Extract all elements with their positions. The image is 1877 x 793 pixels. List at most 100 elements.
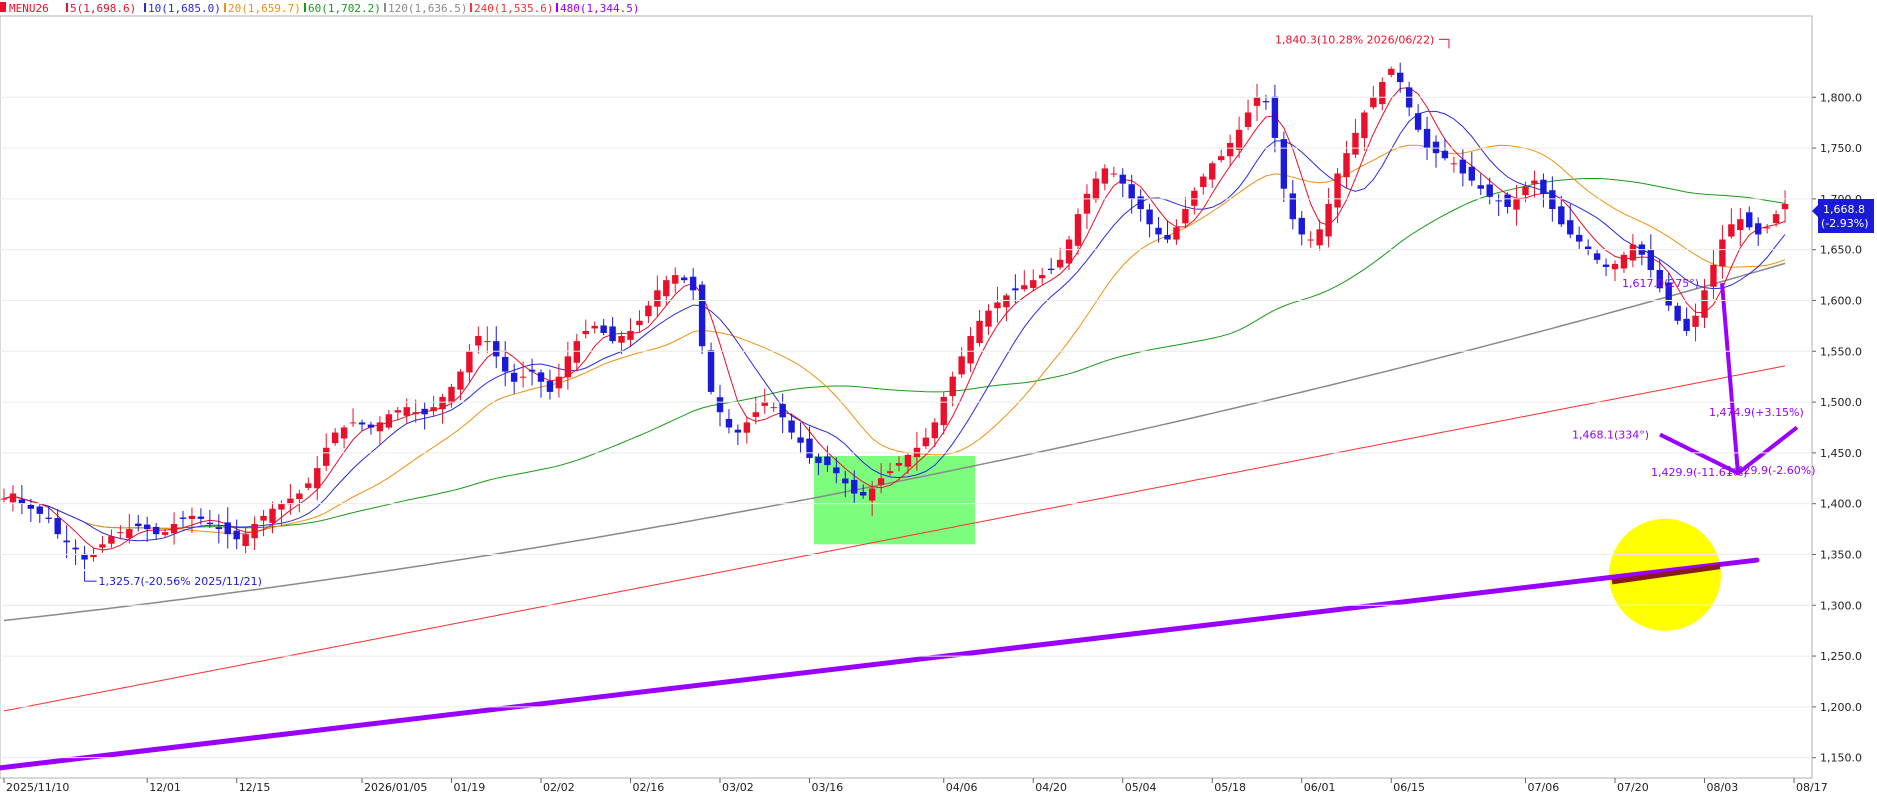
- candle-body: [1379, 82, 1386, 105]
- candle-body: [215, 527, 222, 530]
- candle-body: [555, 376, 563, 389]
- candle-body: [707, 350, 715, 392]
- candle-body: [752, 412, 759, 417]
- candle-body: [1074, 214, 1082, 246]
- x-tick-label: 12/01: [149, 781, 181, 793]
- candle-body: [1737, 219, 1744, 231]
- candle-body: [197, 516, 205, 519]
- x-tick-label: 02/16: [633, 781, 665, 793]
- y-tick-label: 1,400.0: [1820, 498, 1862, 511]
- legend-marker: [224, 3, 226, 12]
- candle-body: [672, 275, 679, 284]
- candle-body: [833, 467, 840, 474]
- candle-body: [1567, 220, 1574, 235]
- candle-body: [877, 478, 885, 485]
- candle-body: [1146, 209, 1153, 225]
- candle-body: [564, 356, 572, 378]
- candle-body: [1209, 163, 1216, 180]
- candle-body: [403, 407, 410, 416]
- drawn-annotation: 1,617.0(275°): [1622, 277, 1699, 290]
- candle-body: [537, 372, 545, 382]
- candle-body: [1325, 203, 1332, 237]
- candlestick-chart: 1,800.01,750.01,700.01,650.01,600.01,550…: [0, 0, 1877, 793]
- candle-body: [1763, 227, 1771, 229]
- candle-body: [1280, 139, 1288, 189]
- candle-body: [45, 517, 52, 519]
- candle-body: [725, 418, 733, 428]
- x-tick-label: 04/06: [946, 781, 978, 793]
- candle-body: [1450, 163, 1458, 165]
- candle-body: [1602, 264, 1610, 267]
- candle-body: [609, 326, 616, 342]
- candle-body: [967, 336, 974, 364]
- low-annotation: 1,325.7(-20.56% 2025/11/21): [99, 575, 262, 588]
- candle-body: [1459, 159, 1467, 174]
- candle-body: [27, 504, 35, 509]
- candle-body: [627, 330, 634, 340]
- candle-body: [1182, 209, 1189, 224]
- candle-body: [815, 456, 822, 464]
- candle-body: [1003, 295, 1010, 308]
- candle-body: [949, 376, 956, 397]
- candle-body: [1432, 141, 1440, 154]
- candle-body: [1719, 239, 1726, 267]
- candle-body: [1047, 268, 1055, 270]
- legend-marker: [470, 3, 472, 12]
- candle-body: [1155, 227, 1162, 235]
- candle-body: [1504, 194, 1511, 208]
- candle-body: [1710, 264, 1717, 287]
- x-tick-label: 04/20: [1035, 781, 1067, 793]
- candle-body: [385, 414, 393, 428]
- candle-body: [860, 491, 867, 496]
- y-tick-label: 1,550.0: [1820, 345, 1862, 358]
- candle-body: [636, 320, 643, 326]
- candle-body: [1692, 315, 1699, 327]
- candle-body: [358, 422, 366, 425]
- candle-body: [394, 410, 401, 413]
- candle-body: [689, 276, 697, 291]
- candle-body: [1361, 112, 1368, 139]
- candle-body: [54, 518, 61, 535]
- candle-body: [1549, 190, 1556, 210]
- candle-body: [412, 412, 419, 415]
- candle-body: [1468, 166, 1475, 181]
- candle-body: [842, 478, 849, 484]
- candle-body: [510, 372, 518, 382]
- candle-body: [1611, 263, 1619, 270]
- legend-marker: [144, 3, 146, 12]
- candle-body: [1119, 174, 1126, 184]
- candle-body: [1262, 101, 1270, 103]
- candle-body: [940, 397, 947, 426]
- y-tick-label: 1,150.0: [1820, 752, 1862, 765]
- legend-marker: [66, 3, 68, 12]
- y-tick-label: 1,250.0: [1820, 650, 1862, 663]
- candle-body: [152, 526, 160, 535]
- candle-body: [278, 503, 285, 510]
- candle-body: [1352, 132, 1359, 155]
- candle-body: [904, 454, 912, 467]
- last-price-change: (-2.93%): [1821, 217, 1869, 230]
- candle-body: [573, 341, 580, 363]
- candle-body: [1244, 112, 1252, 127]
- candle-body: [439, 397, 446, 410]
- candle-body: [72, 547, 79, 550]
- candle-body: [1629, 244, 1637, 261]
- candle-body: [242, 534, 249, 547]
- candle-body: [36, 506, 43, 514]
- drawn-annotation: 1,474.9(+3.15%): [1709, 406, 1804, 419]
- candle-body: [600, 325, 607, 333]
- x-tick-label: 2025/11/10: [6, 781, 69, 793]
- candle-body: [63, 540, 70, 543]
- x-tick-label: 05/04: [1125, 781, 1157, 793]
- candle-body: [994, 302, 1001, 309]
- candle-body: [179, 517, 187, 519]
- candle-body: [448, 386, 455, 403]
- y-tick-label: 1,650.0: [1820, 244, 1862, 257]
- candle-body: [1030, 280, 1037, 288]
- legend-item-ma240: 240(1,535.6): [474, 2, 553, 15]
- candle-body: [868, 488, 876, 501]
- candle-body: [269, 508, 276, 523]
- candle-body: [1522, 186, 1529, 196]
- candle-body: [144, 524, 151, 530]
- candle-body: [591, 325, 598, 329]
